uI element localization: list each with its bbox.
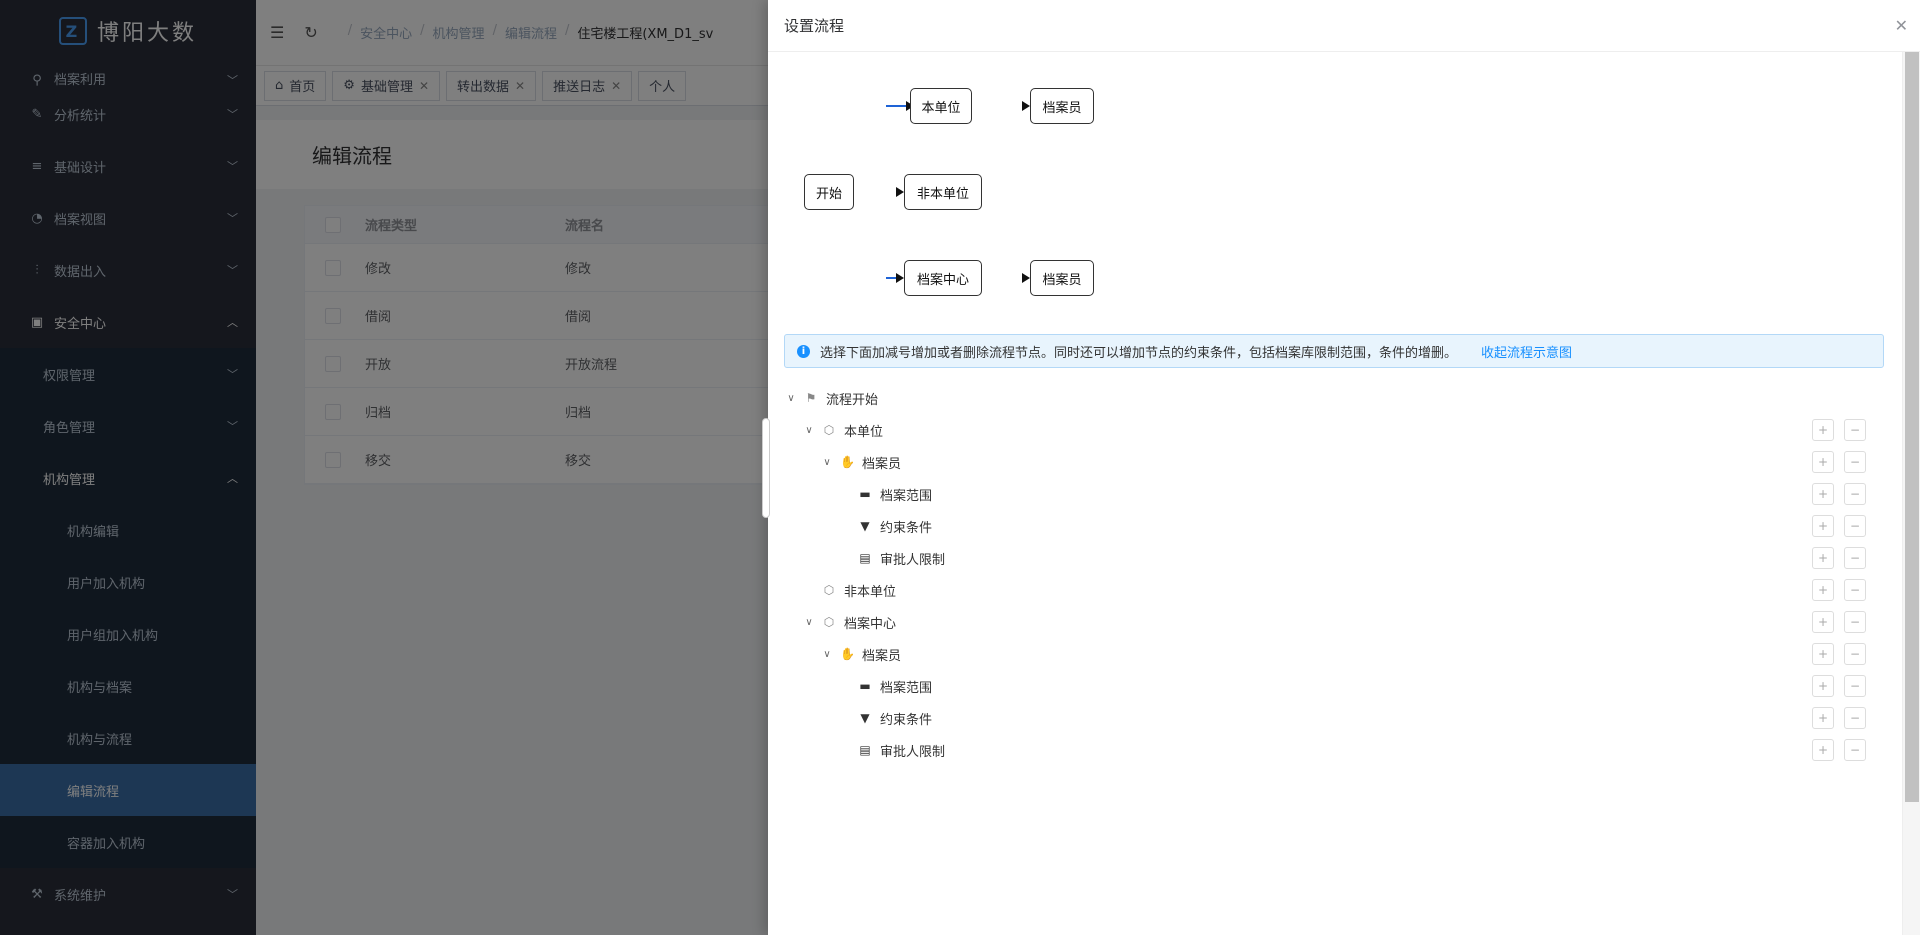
- tree-node-label: 档案员: [862, 456, 902, 472]
- folder-icon: ▬: [859, 487, 871, 501]
- tree-node-label: 档案员: [862, 648, 902, 664]
- remove-node-button[interactable]: −: [1844, 515, 1866, 537]
- table-icon: ▤: [859, 551, 871, 565]
- add-node-button[interactable]: +: [1812, 547, 1834, 569]
- tree-node-controls: + −: [1812, 451, 1866, 473]
- tree-node-label: 档案范围: [880, 488, 933, 504]
- diagram-arrowhead: [896, 187, 904, 197]
- diagram-arrowhead: [1022, 273, 1030, 283]
- tree-node[interactable]: ▬ 档案范围 + −: [784, 478, 1884, 510]
- cube-icon: ⬡: [823, 423, 835, 437]
- tree-node[interactable]: ▤ 审批人限制 + −: [784, 734, 1884, 766]
- diagram-node-branch2: 非本单位: [904, 174, 982, 210]
- tree-node-controls: + −: [1812, 547, 1866, 569]
- tree-node-label: 约束条件: [880, 520, 933, 536]
- remove-node-button[interactable]: −: [1844, 643, 1866, 665]
- tree-node[interactable]: ∨ ✋ 档案员 + −: [784, 446, 1884, 478]
- remove-node-button[interactable]: −: [1844, 451, 1866, 473]
- remove-node-button[interactable]: −: [1844, 707, 1866, 729]
- tree-node[interactable]: ∨ ✋ 档案员 + −: [784, 638, 1884, 670]
- tree-node[interactable]: ∨ ⚑ 流程开始: [784, 382, 1884, 414]
- add-node-button[interactable]: +: [1812, 579, 1834, 601]
- diagram-node-start: 开始: [804, 174, 854, 210]
- add-node-button[interactable]: +: [1812, 451, 1834, 473]
- remove-node-button[interactable]: −: [1844, 579, 1866, 601]
- drawer-title: 设置流程: [784, 17, 845, 35]
- tree-node-label: 本单位: [844, 424, 884, 440]
- tree-node-controls: + −: [1812, 515, 1866, 537]
- tree-node-label: 流程开始: [826, 392, 879, 408]
- chevron-down-icon[interactable]: ∨: [802, 617, 816, 628]
- tree-node-controls: + −: [1812, 611, 1866, 633]
- tree-node-label: 审批人限制: [880, 552, 946, 568]
- remove-node-button[interactable]: −: [1844, 419, 1866, 441]
- tree-node[interactable]: ∨ ⬡ 本单位 + −: [784, 414, 1884, 446]
- cube-icon: ⬡: [823, 615, 835, 629]
- tree-node[interactable]: ⬡ 非本单位 + −: [784, 574, 1884, 606]
- hand-icon: ✋: [840, 455, 855, 469]
- scrollbar-thumb[interactable]: [1905, 52, 1919, 802]
- chevron-down-icon[interactable]: ∨: [784, 393, 798, 404]
- table-icon: ▤: [859, 743, 871, 757]
- tree-node[interactable]: ▼ 约束条件 + −: [784, 510, 1884, 542]
- diagram-arrowhead: [896, 273, 904, 283]
- tree-node-controls: + −: [1812, 579, 1866, 601]
- tree-node-label: 非本单位: [844, 584, 897, 600]
- diagram-node-branch3-role: 档案员: [1030, 260, 1094, 296]
- tree-node-controls: + −: [1812, 483, 1866, 505]
- filter-icon: ▼: [860, 519, 870, 533]
- flow-tree: ∨ ⚑ 流程开始 ∨ ⬡ 本单位 + − ∨ ✋ 档案员 + − ▬ 档案范围 + − ▼ 约束条件 + − ▤ 审批人限制…: [784, 382, 1884, 766]
- drawer-resize-handle[interactable]: [762, 418, 770, 518]
- diagram-arrowhead: [1022, 101, 1030, 111]
- tree-node-controls: + −: [1812, 739, 1866, 761]
- add-node-button[interactable]: +: [1812, 515, 1834, 537]
- tree-node-controls: + −: [1812, 419, 1866, 441]
- settings-drawer: 设置流程 ✕ 开始 本单位 档案员 非本单位 档案中心 档案员 i 选择下面加减…: [762, 0, 1920, 935]
- tree-node[interactable]: ▤ 审批人限制 + −: [784, 542, 1884, 574]
- diagram-node-branch1: 本单位: [910, 88, 972, 124]
- diagram-node-branch1-role: 档案员: [1030, 88, 1094, 124]
- cube-icon: ⬡: [823, 583, 835, 597]
- chevron-down-icon[interactable]: ∨: [802, 425, 816, 436]
- add-node-button[interactable]: +: [1812, 675, 1834, 697]
- remove-node-button[interactable]: −: [1844, 739, 1866, 761]
- close-icon[interactable]: ✕: [1895, 16, 1908, 35]
- add-node-button[interactable]: +: [1812, 483, 1834, 505]
- filter-icon: ▼: [860, 711, 870, 725]
- collapse-diagram-link[interactable]: 收起流程示意图: [1481, 342, 1572, 361]
- add-node-button[interactable]: +: [1812, 739, 1834, 761]
- app: Z 博阳大数 ⚲档案利用﹀✎分析统计﹀≡基础设计﹀◔档案视图﹀⫶数据出入﹀▣安全…: [0, 0, 1920, 935]
- add-node-button[interactable]: +: [1812, 643, 1834, 665]
- tree-node[interactable]: ▬ 档案范围 + −: [784, 670, 1884, 702]
- tree-node[interactable]: ∨ ⬡ 档案中心 + −: [784, 606, 1884, 638]
- add-node-button[interactable]: +: [1812, 707, 1834, 729]
- add-node-button[interactable]: +: [1812, 419, 1834, 441]
- remove-node-button[interactable]: −: [1844, 611, 1866, 633]
- diagram-node-branch3: 档案中心: [904, 260, 982, 296]
- folder-icon: ▬: [859, 679, 871, 693]
- add-node-button[interactable]: +: [1812, 611, 1834, 633]
- tree-node-label: 档案范围: [880, 680, 933, 696]
- info-icon: i: [797, 344, 810, 358]
- chevron-down-icon[interactable]: ∨: [820, 457, 834, 468]
- diagram-arrow: [886, 105, 908, 107]
- tree-node-label: 审批人限制: [880, 744, 946, 760]
- info-alert: i 选择下面加减号增加或者删除流程节点。同时还可以增加节点的约束条件，包括档案库…: [784, 334, 1884, 368]
- hand-icon: ✋: [840, 647, 855, 661]
- remove-node-button[interactable]: −: [1844, 675, 1866, 697]
- remove-node-button[interactable]: −: [1844, 483, 1866, 505]
- tree-node-label: 档案中心: [844, 616, 897, 632]
- tree-node-controls: + −: [1812, 707, 1866, 729]
- flag-icon: ⚑: [805, 391, 817, 405]
- drawer-header: 设置流程 ✕: [768, 0, 1920, 52]
- alert-text: 选择下面加减号增加或者删除流程节点。同时还可以增加节点的约束条件，包括档案库限制…: [820, 345, 1458, 361]
- tree-node-label: 约束条件: [880, 712, 933, 728]
- tree-node-controls: + −: [1812, 675, 1866, 697]
- remove-node-button[interactable]: −: [1844, 547, 1866, 569]
- chevron-down-icon[interactable]: ∨: [820, 649, 834, 660]
- tree-node[interactable]: ▼ 约束条件 + −: [784, 702, 1884, 734]
- tree-node-controls: + −: [1812, 643, 1866, 665]
- drawer-scrollbar[interactable]: [1902, 52, 1920, 935]
- flow-diagram: 开始 本单位 档案员 非本单位 档案中心 档案员: [768, 52, 1888, 332]
